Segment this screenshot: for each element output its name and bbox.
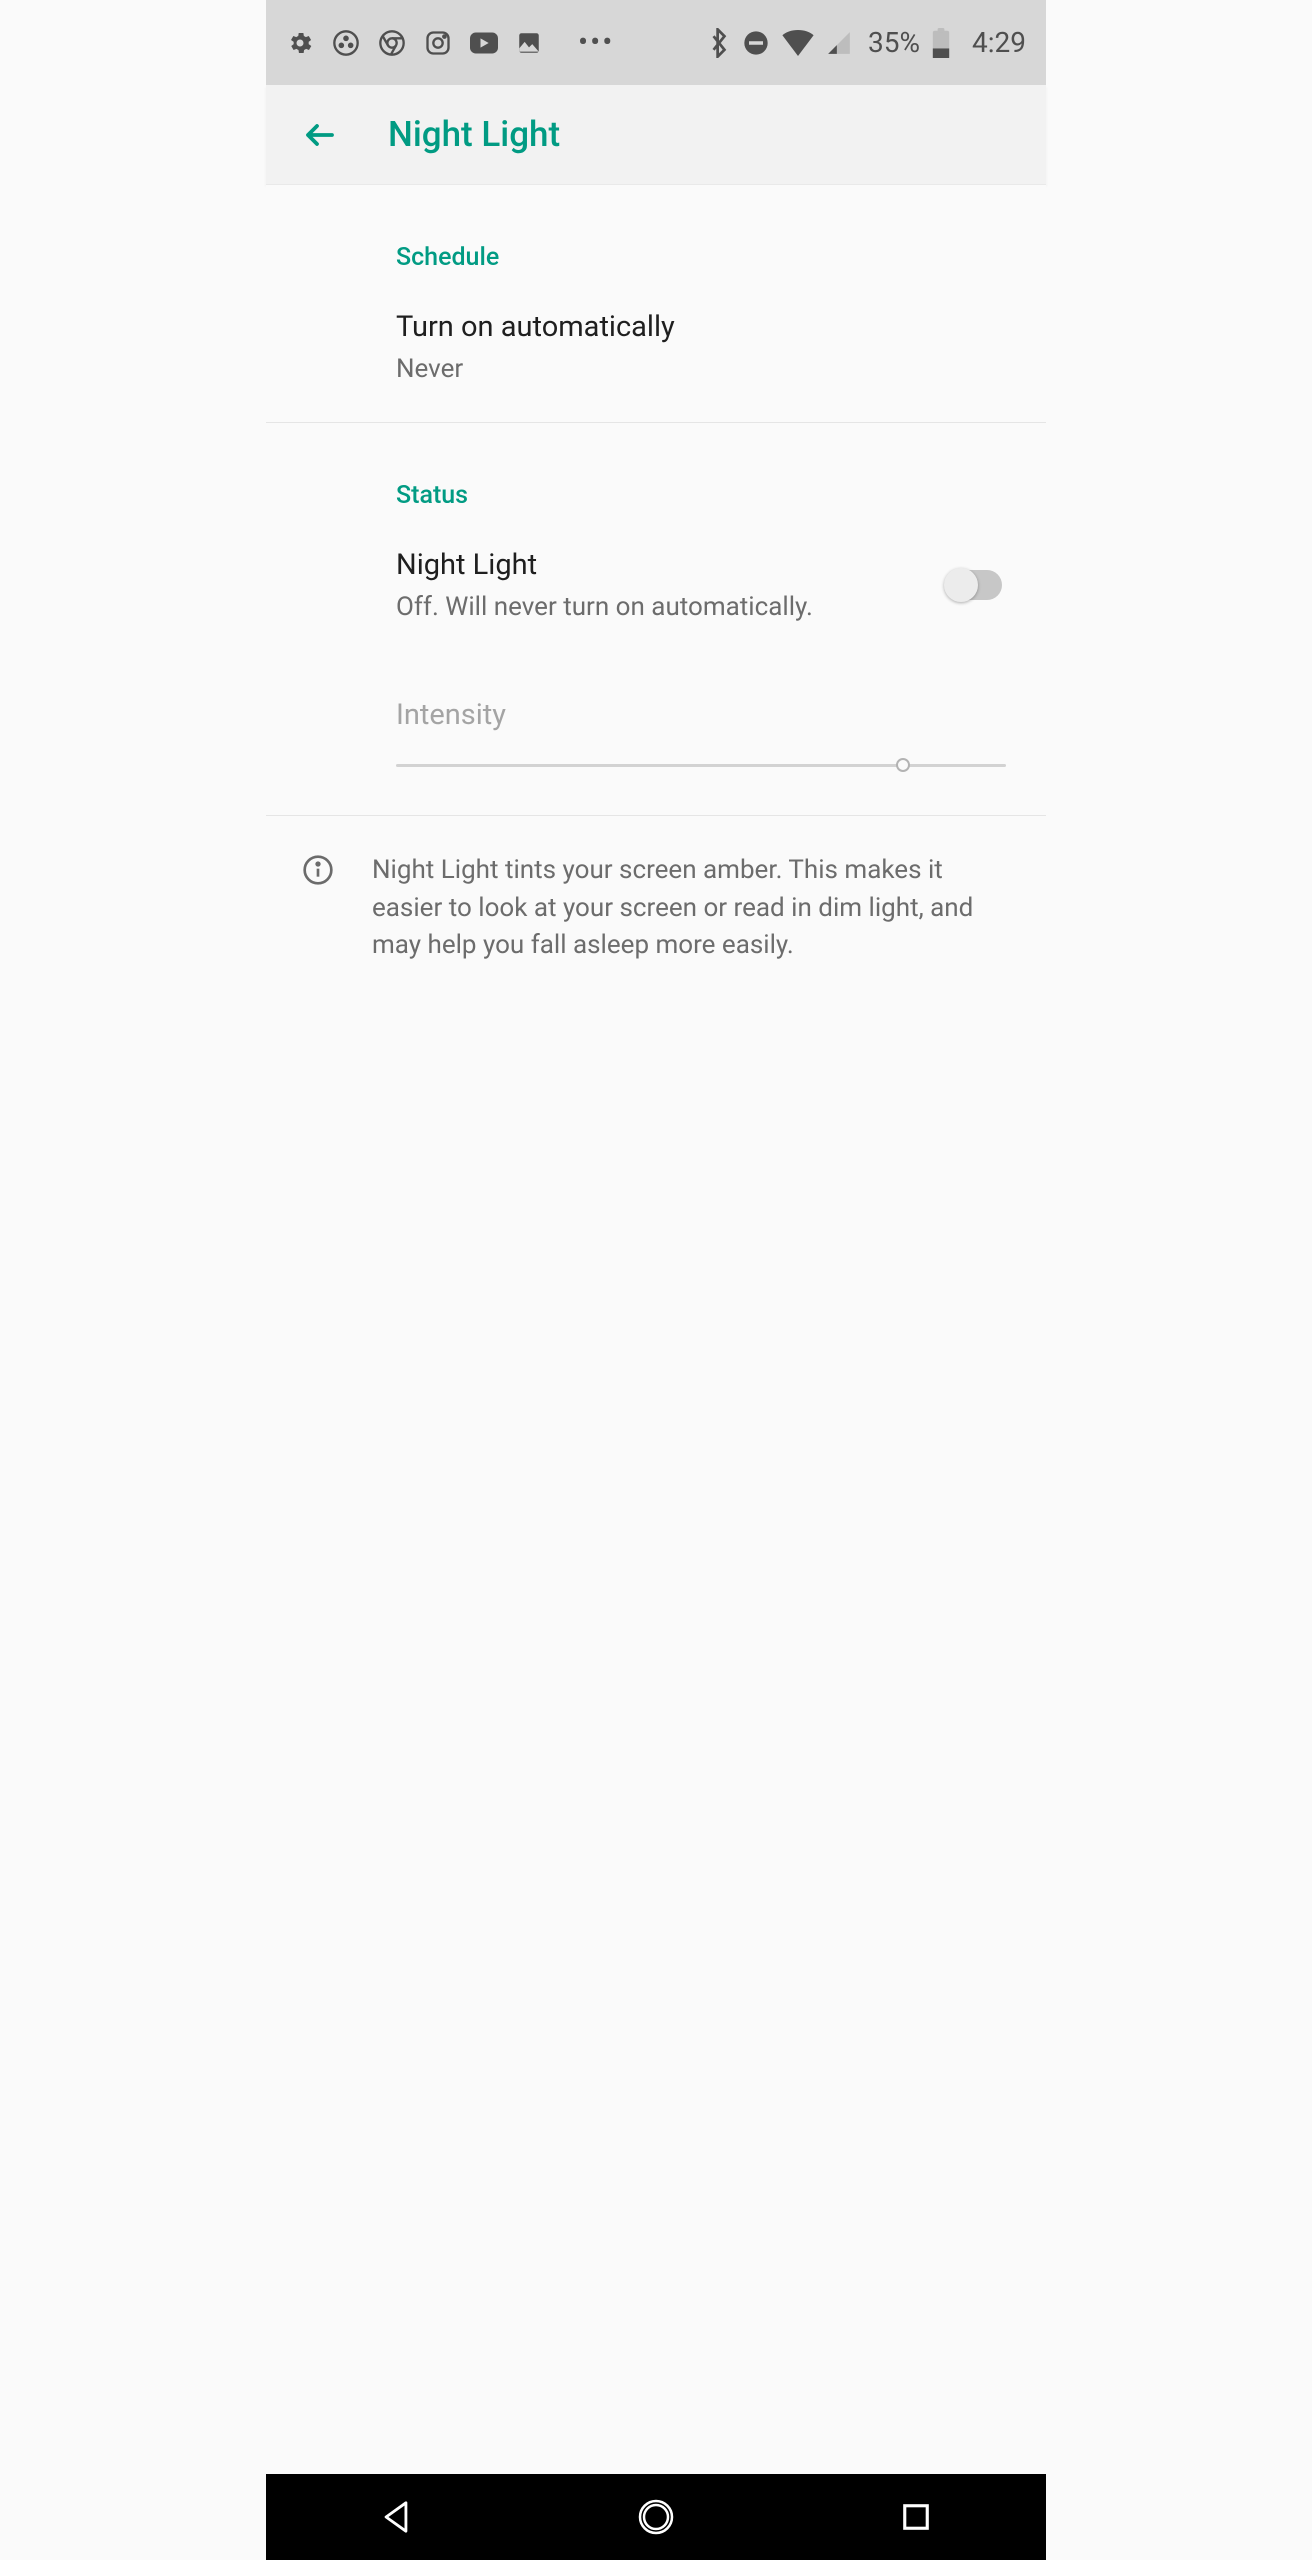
settings-icon <box>286 29 314 57</box>
cell-signal-icon <box>826 30 852 56</box>
nav-home-button[interactable] <box>635 2496 677 2538</box>
info-icon <box>302 854 334 886</box>
info-text: Night Light tints your screen amber. Thi… <box>372 852 1018 965</box>
pref-summary: Off. Will never turn on automatically. <box>396 592 928 622</box>
instagram-icon <box>424 29 452 57</box>
pref-night-light-toggle[interactable]: Night Light Off. Will never turn on auto… <box>266 510 1046 660</box>
battery-icon <box>932 28 950 58</box>
switch-knob <box>944 568 978 602</box>
intensity-slider-row <box>266 740 1046 815</box>
group-icon <box>332 29 360 57</box>
pref-turn-on-automatically[interactable]: Turn on automatically Never <box>266 272 1046 422</box>
app-bar: Night Light <box>266 85 1046 185</box>
page-title: Night Light <box>388 114 560 155</box>
android-nav-bar <box>266 2474 1046 2560</box>
pref-title: Night Light <box>396 548 928 582</box>
gallery-icon <box>516 30 542 56</box>
section-header-schedule: Schedule <box>266 185 1046 272</box>
nav-recents-button[interactable] <box>895 2496 937 2538</box>
info-row: Night Light tints your screen amber. Thi… <box>266 815 1046 1001</box>
battery-percent: 35% <box>868 26 920 59</box>
more-icon: ••• <box>578 25 614 60</box>
youtube-icon <box>470 32 498 54</box>
do-not-disturb-icon <box>742 29 770 57</box>
status-bar-right: 35% 4:29 <box>708 26 1026 59</box>
pref-intensity: Intensity <box>266 660 1046 740</box>
chrome-icon <box>378 29 406 57</box>
wifi-icon <box>782 30 814 56</box>
intensity-slider[interactable] <box>396 764 1006 767</box>
status-clock: 4:29 <box>972 26 1026 59</box>
pref-title: Turn on automatically <box>396 310 1016 344</box>
slider-thumb[interactable] <box>896 758 910 772</box>
status-bar-left: ••• <box>286 25 614 60</box>
pref-title: Intensity <box>396 698 1016 732</box>
section-header-status: Status <box>266 423 1046 510</box>
android-status-bar: ••• 35% 4:29 <box>266 0 1046 85</box>
bluetooth-icon <box>708 28 730 58</box>
night-light-switch[interactable] <box>948 570 1002 600</box>
settings-content: Schedule Turn on automatically Never Sta… <box>266 185 1046 2474</box>
pref-summary: Never <box>396 354 1016 384</box>
back-button[interactable] <box>302 117 338 153</box>
nav-back-button[interactable] <box>375 2496 417 2538</box>
